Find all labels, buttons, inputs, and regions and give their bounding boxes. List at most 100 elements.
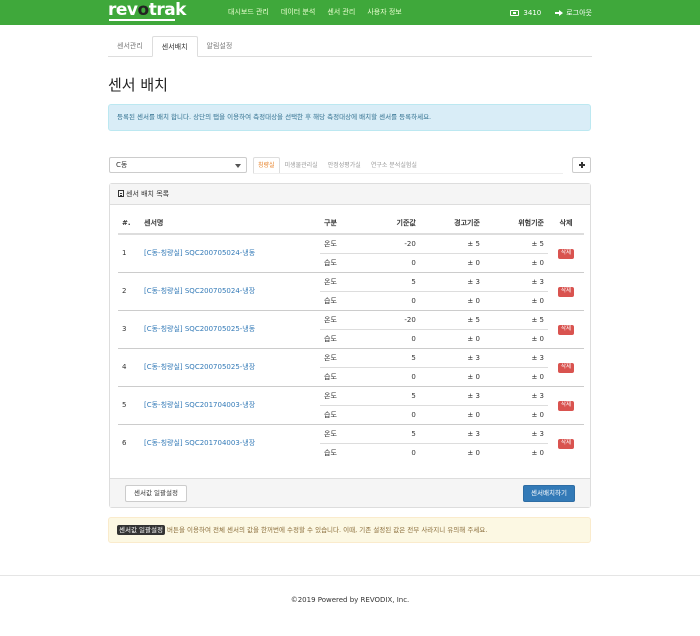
footer: ©2019 Powered by REVODIX, Inc. bbox=[290, 596, 410, 604]
delete-button[interactable]: 삭제 bbox=[557, 400, 575, 411]
sensor-name-link[interactable]: [C동-칭량실] SQC200705024-냉장 bbox=[140, 271, 320, 310]
delete-cell: 삭제 bbox=[548, 309, 584, 348]
delete-cell: 삭제 bbox=[548, 423, 584, 462]
base-value-cell: 0 bbox=[368, 442, 420, 462]
base-value-cell: -20 bbox=[368, 233, 420, 253]
danger-value-cell: ± 3 bbox=[483, 271, 548, 291]
logout-link[interactable]: 로그아웃 bbox=[566, 8, 592, 18]
warn-value-cell: ± 0 bbox=[419, 366, 484, 386]
sensor-name-link[interactable]: [C동-칭량실] SQC200705025-냉동 bbox=[140, 309, 320, 348]
sensor-name-link[interactable]: [C동-칭량실] SQC200705025-냉장 bbox=[140, 347, 320, 386]
row-number: 4 bbox=[118, 347, 140, 386]
delete-button[interactable]: 삭제 bbox=[557, 362, 575, 373]
col-danger: 위험기준 bbox=[483, 212, 548, 235]
nav-item-analysis[interactable]: 데이터 분석 bbox=[275, 0, 321, 25]
type-cell: 온도 bbox=[320, 271, 368, 291]
col-type: 구분 bbox=[320, 212, 368, 235]
sensor-name[interactable]: [C동-칭량실] SQC200705025-냉동 bbox=[144, 325, 255, 333]
nav-item-sensors[interactable]: 센서 관리 bbox=[321, 0, 361, 25]
delete-button[interactable]: 삭제 bbox=[557, 324, 575, 335]
bulk-set-button[interactable]: 센서값 일괄설정 bbox=[125, 485, 187, 502]
delete-button[interactable]: 삭제 bbox=[557, 286, 575, 297]
type-cell: 온도 bbox=[320, 385, 368, 405]
warn-value-cell: ± 0 bbox=[419, 252, 484, 272]
danger-value-cell: ± 0 bbox=[483, 442, 548, 462]
room-tabs-divider bbox=[253, 173, 563, 174]
col-base: 기준값 bbox=[368, 212, 420, 235]
panel-title: 센서 배치 목록 bbox=[126, 190, 170, 198]
sensor-name[interactable]: [C동-칭량실] SQC200705024-냉장 bbox=[144, 287, 255, 295]
logo[interactable]: revotrak bbox=[108, 2, 186, 22]
col-no: #. bbox=[118, 212, 140, 235]
room-tab-stability[interactable]: 안정성평가실 bbox=[323, 157, 366, 174]
logo-underline bbox=[109, 19, 175, 21]
logo-text: revotrak bbox=[108, 0, 186, 20]
sensor-name-link[interactable]: [C동-칭량실] SQC201704003-냉장 bbox=[140, 385, 320, 424]
col-warn: 경고기준 bbox=[419, 212, 484, 235]
building-select-value: C동 bbox=[116, 161, 128, 169]
warn-value-cell: ± 5 bbox=[419, 309, 484, 329]
list-icon bbox=[118, 190, 124, 197]
sensor-name[interactable]: [C동-칭량실] SQC200705024-냉동 bbox=[144, 249, 255, 257]
delete-cell: 삭제 bbox=[548, 385, 584, 424]
building-select[interactable]: C동 bbox=[109, 157, 247, 173]
nav-item-user[interactable]: 사용자 정보 bbox=[361, 0, 407, 25]
logout-icon[interactable] bbox=[555, 9, 564, 17]
add-room-button[interactable] bbox=[572, 157, 591, 173]
warn-value-cell: ± 3 bbox=[419, 347, 484, 367]
table-row: 6 [C동-칭량실] SQC201704003-냉장 온도 5 ± 3 ± 3 삭제 bbox=[118, 423, 584, 462]
table-row: 3 [C동-칭량실] SQC200705025-냉동 온도 -20 ± 5 ± 5 삭제 bbox=[118, 309, 584, 348]
delete-button[interactable]: 삭제 bbox=[557, 438, 575, 449]
type-cell: 온도 bbox=[320, 233, 368, 253]
tab-sensor-placement[interactable]: 센서배치 bbox=[151, 36, 198, 57]
info-alert: 등록된 센서를 배치 합니다. 상단의 탭을 이용하여 측정대상을 선택한 후 … bbox=[108, 104, 591, 131]
delete-cell: 삭제 bbox=[548, 271, 584, 310]
room-tab-microbe[interactable]: 미생물관리실 bbox=[280, 157, 323, 174]
base-value-cell: 5 bbox=[368, 385, 420, 405]
table-row: 4 [C동-칭량실] SQC200705025-냉장 온도 5 ± 3 ± 3 삭제 bbox=[118, 347, 584, 386]
row-number: 3 bbox=[118, 309, 140, 348]
danger-value-cell: ± 0 bbox=[483, 404, 548, 424]
danger-value-cell: ± 0 bbox=[483, 252, 548, 272]
danger-value-cell: ± 3 bbox=[483, 347, 548, 367]
placement-panel: 센서 배치 목록 #. 센서명 구분 기준값 경고기준 위험기준 삭제 1 [C동… bbox=[109, 183, 591, 508]
warn-value-cell: ± 0 bbox=[419, 290, 484, 310]
sensor-name[interactable]: [C동-칭량실] SQC201704003-냉장 bbox=[144, 439, 255, 447]
save-placement-button[interactable]: 센서배치하기 bbox=[523, 485, 575, 502]
danger-value-cell: ± 5 bbox=[483, 233, 548, 253]
sensor-name[interactable]: [C동-칭량실] SQC201704003-냉장 bbox=[144, 401, 255, 409]
nav-right: 3410 로그아웃 bbox=[510, 0, 592, 25]
nav-item-dashboard[interactable]: 대시보드 관리 bbox=[222, 0, 275, 25]
row-number: 5 bbox=[118, 385, 140, 424]
footer-divider bbox=[0, 575, 700, 576]
sensor-count[interactable]: 3410 bbox=[523, 9, 541, 17]
type-cell: 습도 bbox=[320, 328, 368, 348]
section-tabs: 센서관리 센서배치 알림설정 bbox=[108, 36, 592, 57]
col-name: 센서명 bbox=[140, 212, 320, 235]
danger-value-cell: ± 3 bbox=[483, 423, 548, 443]
room-tabs: 칭량실 미생물관리실 안정성평가실 연구소 분석실험실 bbox=[253, 157, 422, 174]
room-tab-lab[interactable]: 연구소 분석실험실 bbox=[366, 157, 422, 174]
room-tab-weighing[interactable]: 칭량실 bbox=[253, 157, 280, 174]
type-cell: 습도 bbox=[320, 290, 368, 310]
chevron-down-icon bbox=[235, 164, 241, 168]
danger-value-cell: ± 0 bbox=[483, 328, 548, 348]
sensor-name-link[interactable]: [C동-칭량실] SQC200705024-냉동 bbox=[140, 233, 320, 272]
sensor-name-link[interactable]: [C동-칭량실] SQC201704003-냉장 bbox=[140, 423, 320, 462]
base-value-cell: 0 bbox=[368, 328, 420, 348]
tab-sensor-management[interactable]: 센서관리 bbox=[108, 36, 152, 57]
warning-text: 버튼을 이용하여 전체 센서의 값을 한꺼번에 수정할 수 있습니다. 이때, … bbox=[164, 526, 488, 534]
delete-button[interactable]: 삭제 bbox=[557, 248, 575, 259]
delete-cell: 삭제 bbox=[548, 233, 584, 272]
table-row: 5 [C동-칭량실] SQC201704003-냉장 온도 5 ± 3 ± 3 삭제 bbox=[118, 385, 584, 424]
panel-footer: 센서값 일괄설정 센서배치하기 bbox=[110, 478, 590, 507]
warn-value-cell: ± 3 bbox=[419, 423, 484, 443]
col-delete: 삭제 bbox=[548, 212, 584, 235]
type-cell: 습도 bbox=[320, 366, 368, 386]
base-value-cell: -20 bbox=[368, 309, 420, 329]
type-cell: 온도 bbox=[320, 347, 368, 367]
sensor-name[interactable]: [C동-칭량실] SQC200705025-냉장 bbox=[144, 363, 255, 371]
tab-alert-settings[interactable]: 알림설정 bbox=[198, 36, 242, 57]
type-cell: 습도 bbox=[320, 442, 368, 462]
warn-value-cell: ± 0 bbox=[419, 404, 484, 424]
